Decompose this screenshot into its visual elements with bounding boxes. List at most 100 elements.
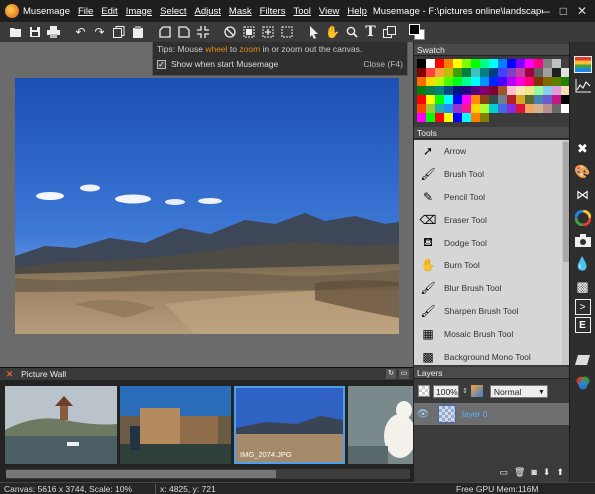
thumbnail-buildings[interactable] bbox=[120, 386, 231, 464]
picture-wall-scroll-thumb[interactable] bbox=[6, 470, 276, 478]
swatch-color[interactable] bbox=[471, 59, 480, 68]
layer-lock-icon[interactable] bbox=[418, 385, 430, 397]
drops-icon[interactable]: 💧 bbox=[572, 253, 594, 274]
swatch-color[interactable] bbox=[435, 59, 444, 68]
swatch-color[interactable] bbox=[417, 95, 426, 104]
swatch-color[interactable] bbox=[489, 59, 498, 68]
deselect-icon[interactable] bbox=[220, 23, 239, 41]
camera-icon[interactable] bbox=[572, 230, 594, 251]
menu-help[interactable]: Help bbox=[347, 6, 367, 17]
swatch-color[interactable] bbox=[435, 86, 444, 95]
swatch-color[interactable] bbox=[417, 104, 426, 113]
swatch-color[interactable] bbox=[435, 104, 444, 113]
swatch-color[interactable] bbox=[534, 104, 543, 113]
swatch-color[interactable] bbox=[516, 95, 525, 104]
swatch-color[interactable] bbox=[507, 59, 516, 68]
swatch-color[interactable] bbox=[435, 68, 444, 77]
paste-icon[interactable] bbox=[128, 23, 147, 41]
thumbnail-bird[interactable] bbox=[348, 386, 413, 464]
texture-icon[interactable]: ▩ bbox=[572, 276, 594, 297]
swatch-color[interactable] bbox=[516, 77, 525, 86]
opacity-field[interactable]: 100% bbox=[433, 384, 459, 398]
swatch-color[interactable] bbox=[480, 59, 489, 68]
swatch-color[interactable] bbox=[534, 77, 543, 86]
fit-window-icon[interactable] bbox=[193, 23, 212, 41]
channels-icon[interactable] bbox=[572, 372, 594, 393]
swatch-color[interactable] bbox=[471, 104, 480, 113]
swatch-color[interactable] bbox=[489, 95, 498, 104]
swatch-color[interactable] bbox=[453, 77, 462, 86]
swatch-color[interactable] bbox=[444, 59, 453, 68]
swatch-color[interactable] bbox=[498, 68, 507, 77]
color-wheel-icon[interactable] bbox=[572, 207, 594, 228]
hand-tool-icon[interactable]: ✋ bbox=[323, 23, 342, 41]
swatch-color[interactable] bbox=[471, 95, 480, 104]
swatch-color[interactable] bbox=[426, 95, 435, 104]
swatch-color[interactable] bbox=[534, 95, 543, 104]
swatch-color[interactable] bbox=[507, 104, 516, 113]
visibility-eye-icon[interactable]: 👁 bbox=[414, 409, 432, 420]
swatch-color[interactable] bbox=[516, 104, 525, 113]
swatch-color[interactable] bbox=[489, 86, 498, 95]
undo-icon[interactable]: ↶ bbox=[71, 23, 90, 41]
swatch-color[interactable] bbox=[525, 59, 534, 68]
swatch-color[interactable] bbox=[417, 113, 426, 122]
swatch-color[interactable] bbox=[435, 77, 444, 86]
swatch-color[interactable] bbox=[471, 86, 480, 95]
swatch-color[interactable] bbox=[525, 68, 534, 77]
swatch-color[interactable] bbox=[516, 68, 525, 77]
open-folder-icon[interactable] bbox=[6, 23, 25, 41]
swatch-color[interactable] bbox=[426, 113, 435, 122]
swatch-color[interactable] bbox=[426, 59, 435, 68]
tools-wrench-icon[interactable]: ✖ bbox=[572, 138, 594, 159]
swatch-color[interactable] bbox=[417, 86, 426, 95]
redo-icon[interactable]: ↷ bbox=[90, 23, 109, 41]
tool-item[interactable]: ▦ Mosaic Brush Tool bbox=[414, 322, 562, 345]
swatch-color[interactable] bbox=[543, 59, 552, 68]
layers-tool-icon[interactable] bbox=[380, 23, 399, 41]
tool-item[interactable]: ➚ Arrow bbox=[414, 140, 562, 163]
tool-item[interactable]: 🖌 Blur Brush Tool bbox=[414, 277, 562, 300]
swatch-color[interactable] bbox=[543, 77, 552, 86]
save-icon[interactable] bbox=[25, 23, 44, 41]
minimize-icon[interactable]: – bbox=[543, 4, 550, 18]
swatch-color[interactable] bbox=[417, 59, 426, 68]
tool-item[interactable]: 🖌 Sharpen Brush Tool bbox=[414, 300, 562, 323]
swatch-color[interactable] bbox=[552, 86, 561, 95]
swatch-color[interactable] bbox=[462, 104, 471, 113]
refresh-icon[interactable]: ↻ bbox=[386, 369, 396, 379]
swatch-color[interactable] bbox=[480, 95, 489, 104]
swatch-color[interactable] bbox=[453, 113, 462, 122]
swatch-color[interactable] bbox=[507, 77, 516, 86]
swatch-color[interactable] bbox=[543, 95, 552, 104]
move-layer-down-icon[interactable]: ⬇ bbox=[543, 467, 551, 481]
layer-mask-icon[interactable]: ◙ bbox=[531, 467, 536, 481]
tool-item[interactable]: ▩ Background Mono Tool bbox=[414, 345, 562, 365]
picture-wall-scrollbar[interactable] bbox=[6, 469, 410, 479]
swatch-color[interactable] bbox=[552, 95, 561, 104]
transform-selection-icon[interactable] bbox=[258, 23, 277, 41]
swatch-color[interactable] bbox=[534, 86, 543, 95]
menu-tool[interactable]: Tool bbox=[293, 6, 310, 17]
swatch-color[interactable] bbox=[516, 59, 525, 68]
swatch-color[interactable] bbox=[480, 86, 489, 95]
move-layer-up-icon[interactable]: ⬆ bbox=[556, 467, 564, 481]
swatch-color[interactable] bbox=[543, 68, 552, 77]
select-all-icon[interactable] bbox=[239, 23, 258, 41]
blend-mode-select[interactable]: Normal ▼ bbox=[489, 384, 548, 398]
swatch-color[interactable] bbox=[453, 95, 462, 104]
histogram-icon[interactable] bbox=[572, 75, 594, 96]
swatch-color[interactable] bbox=[489, 104, 498, 113]
swatch-color[interactable] bbox=[471, 113, 480, 122]
swatch-color[interactable] bbox=[417, 68, 426, 77]
swatch-color[interactable] bbox=[444, 104, 453, 113]
menu-mask[interactable]: Mask bbox=[229, 6, 252, 17]
opacity-stepper-icon[interactable]: ⇕ bbox=[462, 387, 468, 395]
text-tool-icon[interactable]: T bbox=[361, 23, 380, 41]
thumbnail-selected[interactable]: IMG_2074.JPG bbox=[234, 386, 345, 464]
swatch-color[interactable] bbox=[426, 77, 435, 86]
tool-item[interactable]: ⛾ Dodge Tool bbox=[414, 231, 562, 254]
close-icon[interactable]: ✕ bbox=[577, 4, 587, 18]
swatch-color[interactable] bbox=[489, 77, 498, 86]
swatch-color[interactable] bbox=[507, 86, 516, 95]
